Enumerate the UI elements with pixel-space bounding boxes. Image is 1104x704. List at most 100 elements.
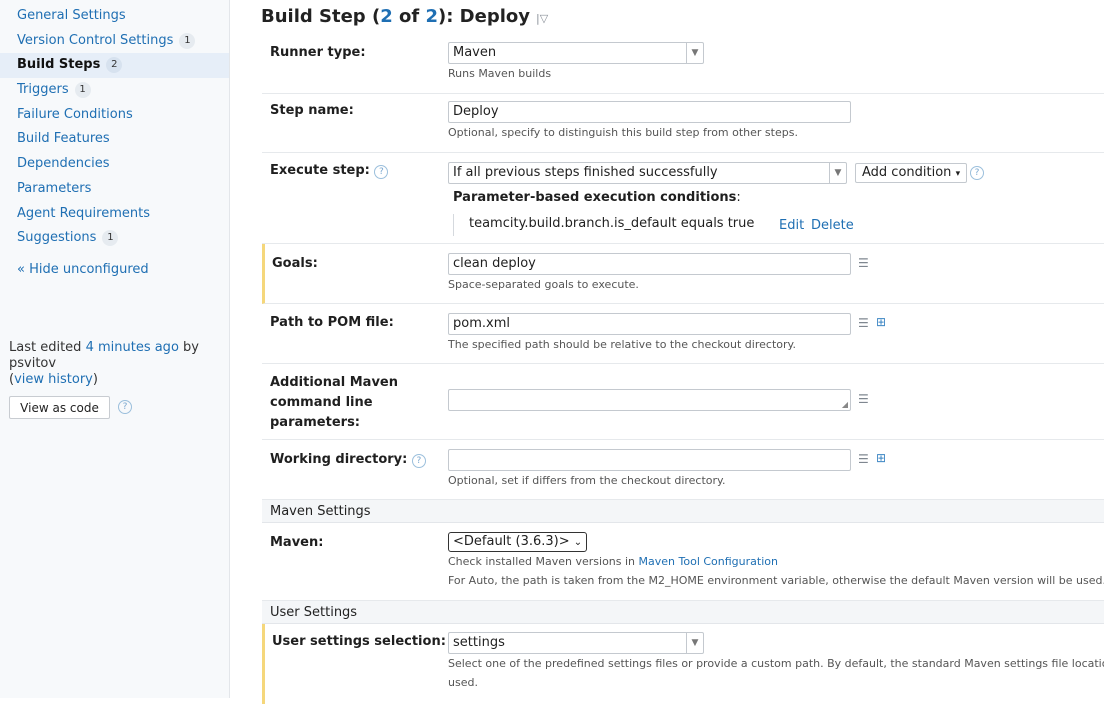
additional-params-label: Additional Maven command line parameters: [270,373,440,433]
pom-path-label: Path to POM file: [270,315,394,330]
last-edited-time-link[interactable]: 4 minutes ago [86,340,179,355]
sidebar-item-label: Suggestions [17,230,97,246]
pom-path-input[interactable]: pom.xml [448,313,851,335]
maven-version-select[interactable]: <Default (3.6.3)> ⌄ [448,532,588,552]
sidebar-item-triggers[interactable]: Triggers 1 [0,78,229,103]
maven-version-label: Maven: [270,535,324,550]
additional-params-label-line: Additional Maven [270,375,398,390]
execute-step-row: Execute step: ? If all previous steps fi… [262,153,1104,244]
conditions-title-wrap: Parameter-based execution conditions: [453,190,741,205]
title-menu-chevron-icon[interactable]: |▽ [536,12,548,25]
conditions-title: Parameter-based execution conditions [453,190,737,205]
sidebar: General Settings Version Control Setting… [0,0,230,698]
sidebar-item-label: Dependencies [17,156,110,172]
runner-type-row: Runner type: Maven ▼ Runs Maven builds [262,35,1104,94]
main-content: Build Step (2 of 2): Deploy |▽ Runner typ… [230,0,1104,704]
user-settings-row: User settings selection: settings ▼ Sele… [262,624,1104,704]
chevron-down-icon: ▼ [686,43,703,63]
step-name-input[interactable]: Deploy [448,101,851,123]
additional-params-label-line: parameters: [270,415,361,430]
expand-editor-icon[interactable]: ☰ [858,452,869,466]
sidebar-item-suggestions[interactable]: Suggestions 1 [0,226,229,251]
settings-nav: General Settings Version Control Setting… [0,0,229,251]
sidebar-item-build-steps[interactable]: Build Steps 2 [0,53,229,79]
sidebar-item-failure-conditions[interactable]: Failure Conditions [0,103,229,128]
view-as-code-button[interactable]: View as code [9,396,110,419]
maven-tool-configuration-link[interactable]: Maven Tool Configuration [639,555,778,568]
count-badge: 1 [74,82,91,99]
sidebar-item-label: Failure Conditions [17,106,133,122]
help-icon[interactable]: ? [970,166,984,180]
working-dir-note: Optional, set if differs from the checko… [448,474,726,487]
help-icon[interactable]: ? [374,165,389,179]
chevron-down-icon: ⌄ [573,537,583,548]
resize-grip-icon[interactable]: ◢ [842,400,848,409]
sidebar-item-agent-requirements[interactable]: Agent Requirements [0,202,229,227]
file-tree-icon[interactable]: ⊞ [876,315,886,329]
runner-type-select[interactable]: Maven ▼ [448,42,704,64]
step-current-link[interactable]: 2 [380,6,393,27]
step-name-label: Step name: [270,103,354,118]
sidebar-item-dependencies[interactable]: Dependencies [0,152,229,177]
additional-params-label-line: command line [270,395,373,410]
sidebar-item-label: General Settings [17,8,126,23]
step-total-link[interactable]: 2 [425,6,438,27]
user-settings-header: User Settings [262,601,1104,624]
expand-editor-icon[interactable]: ☰ [858,316,869,330]
help-icon[interactable]: ? [411,454,426,468]
view-history-link[interactable]: view history [14,372,93,387]
user-settings-select[interactable]: settings ▼ [448,632,704,654]
hide-unconfigured-link[interactable]: « Hide unconfigured [17,262,149,277]
working-dir-label-wrap: Working directory: ? [270,450,440,469]
expand-editor-icon[interactable]: ☰ [858,392,869,406]
execute-step-value: If all previous steps finished successfu… [453,165,718,180]
goals-label: Goals: [272,256,318,271]
help-icon[interactable]: ? [118,400,132,414]
execute-step-select[interactable]: If all previous steps finished successfu… [448,162,847,184]
working-dir-row: Working directory: ? Optional, set if di… [262,440,1104,500]
maven-version-value: <Default (3.6.3)> [453,534,570,549]
sidebar-item-general-settings[interactable]: General Settings [0,4,229,29]
chevron-down-icon: ▾ [955,169,961,179]
user-settings-note: Select one of the predefined settings fi… [448,657,1104,670]
sidebar-item-parameters[interactable]: Parameters [0,177,229,202]
condition-text: teamcity.build.branch.is_default equals … [469,216,755,231]
delete-condition-link[interactable]: Delete [811,218,854,233]
execute-step-label-wrap: Execute step: ? [270,161,440,180]
expand-editor-icon[interactable]: ☰ [858,256,869,270]
working-dir-input[interactable] [448,449,851,471]
add-condition-label: Add condition [862,165,952,180]
goals-input[interactable]: clean deploy [448,253,851,275]
edit-condition-link[interactable]: Edit [779,218,804,233]
title-suffix: ): Deploy [437,6,530,27]
add-condition-button[interactable]: Add condition ▾ [855,163,968,183]
pom-path-note: The specified path should be relative to… [448,338,796,351]
additional-params-row: Additional Maven command line parameters: … [262,364,1104,440]
maven-note-prefix: Check installed Maven versions in [448,555,636,568]
goals-row: Goals: clean deploy Space-separated goal… [262,244,1104,304]
count-badge: 1 [179,32,196,49]
user-settings-value: settings [453,635,505,650]
sidebar-item-version-control-settings[interactable]: Version Control Settings 1 [0,29,229,54]
working-dir-label: Working directory: [270,452,408,467]
additional-params-textarea[interactable]: ◢ [448,389,851,411]
title-of: of [392,6,426,27]
maven-settings-header: Maven Settings [262,500,1104,523]
file-tree-icon[interactable]: ⊞ [876,451,886,465]
sidebar-item-build-features[interactable]: Build Features [0,127,229,152]
sidebar-item-label: Build Features [17,131,110,147]
sidebar-item-label: Agent Requirements [17,205,150,221]
maven-version-note: Check installed Maven versions in Maven … [448,552,1098,571]
maven-version-row: Maven: <Default (3.6.3)> ⌄ Check install… [262,524,1104,601]
title-prefix: Build Step ( [261,6,381,27]
goals-note: Space-separated goals to execute. [448,278,639,291]
runner-type-note: Runs Maven builds [448,67,552,80]
sidebar-item-label: Triggers [17,82,69,98]
sidebar-item-label: Parameters [17,180,92,196]
page-title: Build Step (2 of 2): Deploy |▽ [261,6,548,27]
last-edited-prefix: Last edited [9,340,82,355]
last-edited-info: Last edited 4 minutes ago by psvitov (vie… [9,340,199,387]
pom-path-row: Path to POM file: pom.xml The specified … [262,304,1104,364]
runner-type-label: Runner type: [270,45,366,60]
sidebar-item-label: Version Control Settings [17,32,174,48]
